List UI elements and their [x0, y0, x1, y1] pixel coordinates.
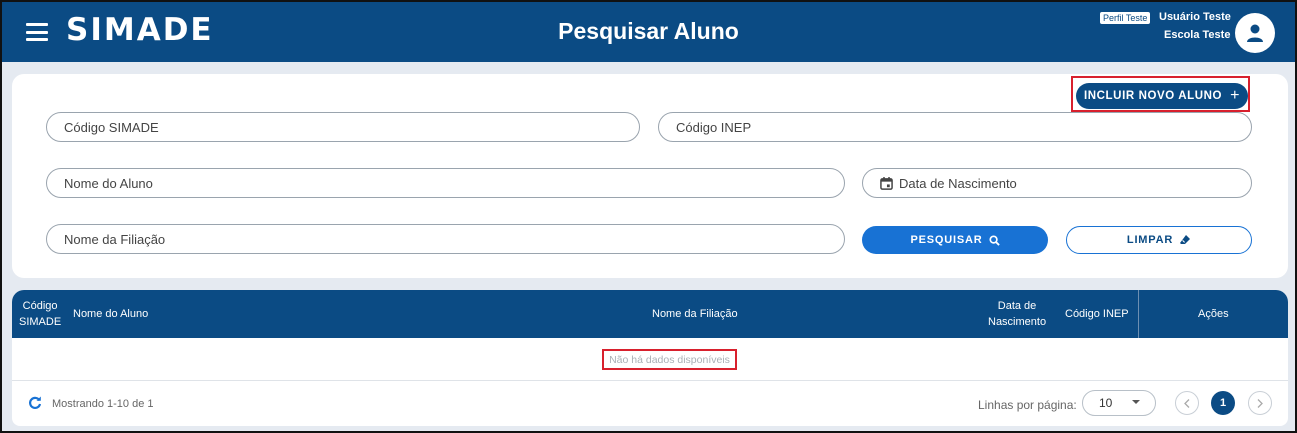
page-number-current[interactable]: 1 [1211, 391, 1235, 415]
column-header-student-name[interactable]: Nome do Aluno [73, 306, 148, 322]
column-header-actions: Ações [1198, 308, 1229, 320]
filiation-input[interactable]: Nome da Filiação [46, 224, 845, 254]
pagination-summary: Mostrando 1-10 de 1 [52, 398, 154, 410]
clear-button[interactable]: LIMPAR [1066, 226, 1252, 254]
user-avatar[interactable] [1235, 13, 1275, 53]
new-student-button[interactable]: INCLUIR NOVO ALUNO + [1076, 83, 1248, 109]
profile-badge: Perfil Teste [1100, 12, 1151, 24]
search-button[interactable]: PESQUISAR [862, 226, 1048, 254]
school-name: Escola Teste [1164, 29, 1231, 41]
refresh-icon[interactable] [28, 396, 42, 415]
table-header: Código SIMADE Nome do Aluno Nome da Fili… [12, 290, 1288, 338]
app-frame: SIMADE Pesquisar Aluno Perfil Teste Usuá… [0, 0, 1297, 433]
birth-date-placeholder: Data de Nascimento [899, 175, 1017, 191]
student-name-input[interactable]: Nome do Aluno [46, 168, 845, 198]
rows-per-page-label: Linhas por página: [978, 398, 1077, 412]
column-header-code-simade[interactable]: Código SIMADE [19, 298, 61, 330]
person-icon [1247, 24, 1263, 42]
search-card: INCLUIR NOVO ALUNO + Código SIMADE Códig… [12, 74, 1288, 278]
chevron-right-icon[interactable] [1248, 391, 1272, 415]
birth-date-input[interactable]: Data de Nascimento [862, 168, 1252, 198]
student-name-placeholder: Nome do Aluno [64, 175, 153, 191]
clear-label: LIMPAR [1126, 234, 1174, 246]
column-header-code-inep[interactable]: Código INEP [1065, 306, 1129, 322]
code-inep-input[interactable]: Código INEP [658, 112, 1252, 142]
caret-down-icon [1132, 400, 1140, 404]
footer-divider [12, 380, 1288, 381]
code-simade-placeholder: Código SIMADE [64, 119, 159, 135]
rows-per-page-select[interactable]: 10 [1082, 390, 1156, 416]
column-header-birth-date[interactable]: Data de Nascimento [988, 298, 1046, 330]
search-icon [988, 234, 1000, 246]
rows-per-page-value: 10 [1099, 396, 1113, 410]
top-bar: SIMADE Pesquisar Aluno Perfil Teste Usuá… [2, 2, 1295, 62]
code-inep-placeholder: Código INEP [676, 119, 752, 135]
filiation-placeholder: Nome da Filiação [64, 231, 166, 247]
chevron-left-icon[interactable] [1175, 391, 1199, 415]
calendar-icon [880, 176, 893, 190]
plus-icon: + [1230, 87, 1241, 104]
user-name: Usuário Teste [1159, 11, 1231, 23]
new-student-label: INCLUIR NOVO ALUNO [1083, 90, 1223, 102]
empty-state-message: Não há dados disponíveis [602, 349, 737, 370]
eraser-icon [1180, 235, 1191, 244]
column-divider [1138, 290, 1139, 338]
search-label: PESQUISAR [910, 234, 983, 246]
code-simade-input[interactable]: Código SIMADE [46, 112, 640, 142]
results-table: Código SIMADE Nome do Aluno Nome da Fili… [12, 290, 1288, 426]
column-header-filiation[interactable]: Nome da Filiação [652, 306, 738, 322]
